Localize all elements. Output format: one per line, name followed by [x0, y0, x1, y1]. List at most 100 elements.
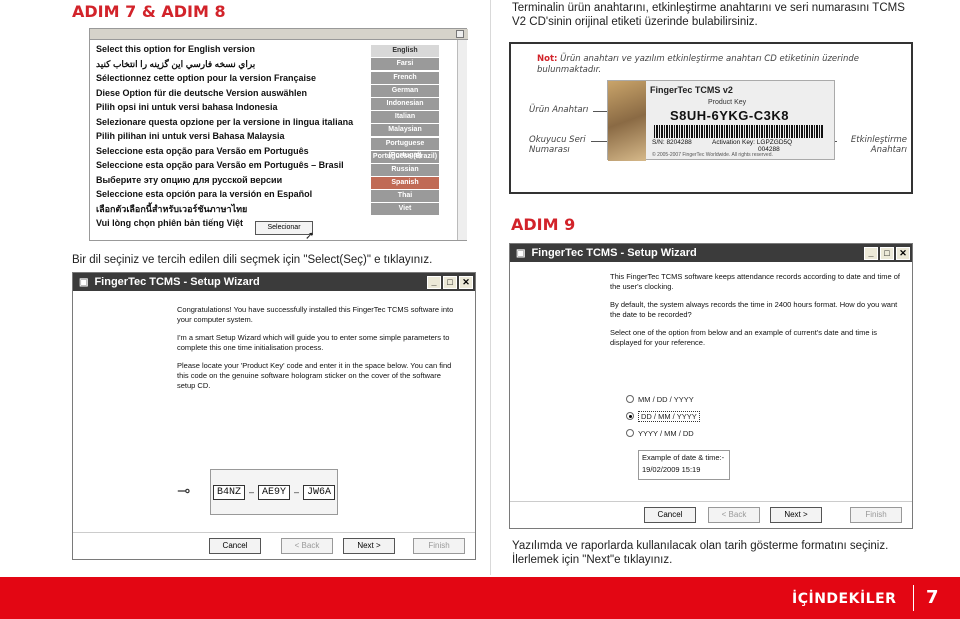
- wizard-titlebar: ▣ FingerTec TCMS - Setup Wizard _ □ ✕: [73, 273, 475, 291]
- product-key-panel: B4NZ – AE9Y – JW6A: [210, 469, 338, 515]
- finish-button[interactable]: Finish: [413, 538, 465, 554]
- radio-mm-dd-yyyy[interactable]: MM / DD / YYYY: [626, 392, 700, 406]
- sticker-product-key: S8UH-6YKG-C3K8: [670, 108, 789, 123]
- sticker-copyright: © 2005-2007 FingerTec Worldwide. All rig…: [652, 152, 773, 158]
- language-button[interactable]: Thai: [371, 190, 439, 203]
- date-format-options: MM / DD / YYYY DD / MM / YYYY YYYY / MM …: [626, 392, 700, 440]
- column-divider: [490, 0, 491, 575]
- language-option-text: Diese Option für die deutsche Version au…: [96, 87, 308, 98]
- callout-activation: Etkinleştirme Anahtarı: [850, 135, 907, 155]
- cd-sticker: FingerTec TCMS v2 Product Key S8UH-6YKG-…: [607, 80, 835, 161]
- wizard-title: FingerTec TCMS - Setup Wizard: [94, 276, 260, 288]
- language-button[interactable]: Portuguese (Brazil): [371, 150, 439, 163]
- note-body: Ürün anahtarı ve yazılım etkinleştirme a…: [537, 54, 860, 75]
- next-button[interactable]: Next >: [343, 538, 395, 554]
- language-option-text: Выберите эту опцию для русской версии: [96, 174, 283, 185]
- wizard-body: Congratulations! You have successfully i…: [73, 291, 475, 559]
- left-caption: Bir dil seçiniz ve tercih edilen dili se…: [72, 254, 433, 266]
- callout-product-key: Ürün Anahtarı: [529, 105, 589, 115]
- sticker-sn: S/N: 8204288: [652, 139, 692, 146]
- maximize-icon[interactable]: □: [880, 246, 894, 260]
- language-option-text: Select this option for English version: [96, 44, 256, 54]
- finish-button[interactable]: Finish: [850, 507, 902, 523]
- wizard-instructions: Please locate your 'Product Key' code an…: [177, 361, 452, 390]
- setup-wizard-date-format: ▣ FingerTec TCMS - Setup Wizard _ □ ✕ This…: [509, 243, 913, 529]
- step-title-9: ADIM 9: [511, 215, 576, 234]
- radio-yyyy-mm-dd[interactable]: YYYY / MM / DD: [626, 426, 700, 440]
- contents-link[interactable]: İÇİNDEKİLER: [792, 591, 896, 607]
- key-icon: ⊸: [177, 483, 191, 500]
- language-option-text: Seleccione esta opção para Versão em Por…: [96, 160, 344, 170]
- note-text: Not: Ürün anahtarı ve yazılım etkinleşti…: [537, 54, 897, 76]
- step-title-7-8: ADIM 7 & ADIM 8: [72, 2, 226, 21]
- language-button[interactable]: Viet: [371, 203, 439, 216]
- barcode: [654, 125, 824, 138]
- sticker-activation: Activation Key: LGPZGD5Q: [712, 139, 793, 146]
- language-option-text: Vui lòng chọn phiên bản tiếng Việt: [96, 218, 244, 228]
- radio-dd-mm-yyyy[interactable]: DD / MM / YYYY: [626, 409, 700, 423]
- back-button[interactable]: < Back: [281, 538, 333, 554]
- radio-dot[interactable]: [626, 429, 634, 437]
- language-option-text: Selezionare questa opzione per la versio…: [96, 116, 354, 127]
- language-option-text: براي نسخه فارسي اين گزينه را انتخاب كنيد: [96, 58, 256, 69]
- language-button[interactable]: Spanish: [371, 177, 439, 190]
- language-option-text: Pilih opsi ini untuk versi bahasa Indone…: [96, 102, 278, 112]
- hologram-strip: [608, 81, 646, 161]
- product-key-field-3[interactable]: JW6A: [303, 484, 336, 500]
- app-icon: ▣: [79, 276, 89, 288]
- scrollbar[interactable]: [457, 40, 467, 240]
- cancel-button[interactable]: Cancel: [209, 538, 261, 554]
- product-key-field-2[interactable]: AE9Y: [257, 484, 290, 500]
- example-label: Example of date & time:-: [642, 453, 725, 462]
- wizard-titlebar: ▣ FingerTec TCMS - Setup Wizard _ □ ✕: [510, 244, 912, 262]
- note-box: Not: Ürün anahtarı ve yazılım etkinleşti…: [509, 42, 913, 194]
- language-option-text: เลือกตัวเลือกนี้สำหรับเวอร์ชันภาษาไทย: [96, 203, 248, 214]
- language-button[interactable]: Russian: [371, 163, 439, 176]
- wizard-side-panel: [73, 291, 168, 533]
- note-label: Not:: [537, 54, 558, 64]
- language-button[interactable]: Indonesian: [371, 97, 439, 110]
- close-icon[interactable]: ✕: [896, 246, 910, 260]
- wizard-congrats: Congratulations! You have successfully i…: [177, 305, 454, 324]
- example-value: 19/02/2009 15:19: [642, 465, 701, 474]
- radio-dot[interactable]: [626, 412, 634, 420]
- wizard-body: This FingerTec TCMS software keeps atten…: [510, 262, 912, 528]
- language-option-text: Seleccione esta opción para la versión e…: [96, 189, 313, 199]
- sticker-pk-label: Product Key: [708, 99, 747, 106]
- close-icon[interactable]: ✕: [459, 275, 473, 289]
- maximize-icon[interactable]: □: [443, 275, 457, 289]
- language-button[interactable]: Farsi: [371, 58, 439, 71]
- wizard-format-question: By default, the system always records th…: [610, 300, 898, 319]
- divider: [510, 501, 912, 502]
- language-button[interactable]: German: [371, 84, 439, 97]
- right-caption: Yazılımda ve raporlarda kullanılacak ola…: [512, 540, 889, 566]
- minimize-icon[interactable]: _: [427, 275, 441, 289]
- language-button[interactable]: English: [371, 45, 439, 58]
- language-button[interactable]: Malaysian: [371, 124, 439, 137]
- product-key-field-1[interactable]: B4NZ: [212, 484, 245, 500]
- minimize-icon[interactable]: _: [864, 246, 878, 260]
- back-button[interactable]: < Back: [708, 507, 760, 523]
- radio-dot[interactable]: [626, 395, 634, 403]
- language-button[interactable]: Portuguese (Portugal): [371, 137, 439, 159]
- language-option-text: Pilih pilihan ini untuk versi Bahasa Mal…: [96, 131, 285, 141]
- wizard-title: FingerTec TCMS - Setup Wizard: [531, 247, 697, 259]
- language-button[interactable]: French: [371, 71, 439, 84]
- setup-wizard-product-key: ▣ FingerTec TCMS - Setup Wizard _ □ ✕ Cong…: [72, 272, 476, 560]
- next-button[interactable]: Next >: [770, 507, 822, 523]
- language-button[interactable]: Italian: [371, 111, 439, 124]
- close-icon[interactable]: [456, 30, 464, 38]
- language-option-text: Sélectionnez cette option pour la versio…: [96, 73, 317, 83]
- language-window: Select this option for English version بر…: [89, 28, 468, 242]
- language-list: Select this option for English version بر…: [92, 42, 372, 231]
- callout-serial: Okuyucu Seri Numarası: [529, 135, 586, 155]
- intro-text: Terminalin ürün anahtarını, etkinleştirm…: [512, 2, 905, 28]
- page-number: 7: [926, 587, 939, 608]
- cancel-button[interactable]: Cancel: [644, 507, 696, 523]
- sticker-brand: FingerTec TCMS v2: [650, 85, 733, 95]
- wizard-records-info: This FingerTec TCMS software keeps atten…: [610, 272, 901, 291]
- cursor-icon: ➚: [305, 230, 315, 242]
- window-titlebar: [90, 29, 468, 40]
- date-example-box: Example of date & time:- 19/02/2009 15:1…: [638, 450, 730, 480]
- footer-bar: İÇİNDEKİLER 7: [0, 577, 960, 619]
